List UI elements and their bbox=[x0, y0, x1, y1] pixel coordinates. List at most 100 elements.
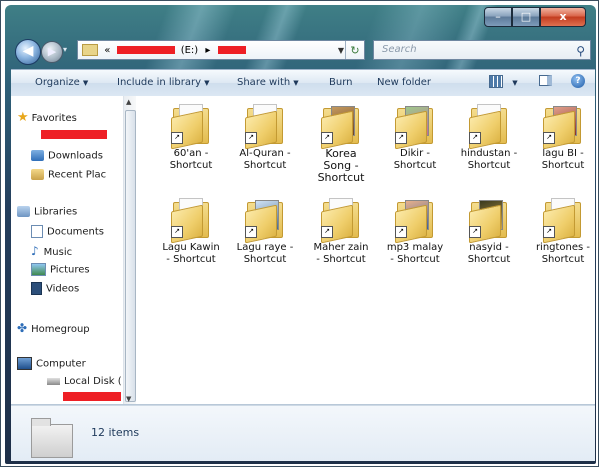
homegroup-icon: ✤ bbox=[17, 321, 28, 335]
explorer-content: ★ Favorites Downloads Recent Plac Librari… bbox=[11, 96, 595, 405]
share-with-menu[interactable]: Share with ▼ bbox=[237, 77, 299, 88]
photo-folder-shortcut-icon: ↗ bbox=[245, 198, 285, 244]
search-icon[interactable]: ⚲ bbox=[576, 42, 585, 60]
file-item[interactable]: ↗ Al-Quran - Shortcut bbox=[227, 98, 303, 172]
include-in-library-menu[interactable]: Include in library ▼ bbox=[117, 77, 209, 88]
shortcut-arrow-icon: ↗ bbox=[395, 132, 407, 144]
nav-item-music[interactable]: ♪ Music bbox=[31, 244, 72, 258]
file-view: ↗ 60'an - Shortcut ↗ Al-Quran - Shortcut ↗ Ko… bbox=[137, 96, 595, 404]
file-item[interactable]: ↗ lagu BI - Shortcut bbox=[525, 98, 596, 172]
nav-item-libraries[interactable]: Libraries bbox=[17, 206, 77, 218]
maximize-button[interactable]: □ bbox=[512, 7, 540, 27]
file-item[interactable]: ↗ Lagu raye - Shortcut bbox=[227, 192, 303, 266]
nav-pane-scrollbar[interactable]: ▲ ▼ bbox=[123, 96, 136, 404]
folder-shortcut-icon: ↗ bbox=[171, 198, 211, 244]
file-item[interactable]: ↗ Lagu Kawin - Shortcut bbox=[153, 192, 229, 266]
nav-label: Music bbox=[43, 247, 73, 258]
item-count: 12 items bbox=[91, 426, 140, 439]
include-in-library-label: Include in library bbox=[117, 77, 202, 88]
navigation-pane: ★ Favorites Downloads Recent Plac Librari… bbox=[11, 96, 123, 404]
nav-item-computer[interactable]: Computer bbox=[17, 357, 86, 370]
minimize-button[interactable]: – bbox=[484, 7, 512, 27]
path-overflow-chevron[interactable]: « bbox=[104, 45, 110, 56]
redacted-nav-item bbox=[41, 130, 107, 139]
back-button[interactable]: ◀ bbox=[15, 39, 41, 65]
shortcut-arrow-icon: ↗ bbox=[245, 132, 257, 144]
shortcut-arrow-icon: ↗ bbox=[543, 226, 555, 238]
help-button[interactable]: ? bbox=[571, 74, 585, 88]
nav-item-documents[interactable]: Documents bbox=[31, 225, 104, 238]
nav-label: Local Disk ( bbox=[64, 376, 122, 387]
shortcut-arrow-icon: ↗ bbox=[395, 226, 407, 238]
close-button[interactable]: x bbox=[540, 7, 586, 27]
nav-item-homegroup[interactable]: ✤ Homegroup bbox=[17, 321, 90, 335]
file-label: Lagu raye - Shortcut bbox=[236, 242, 294, 265]
folder-shortcut-icon: ↗ bbox=[543, 198, 583, 244]
file-item[interactable]: ↗ Korea Song - Shortcut bbox=[303, 98, 379, 184]
photo-folder-shortcut-icon: ↗ bbox=[543, 104, 583, 150]
address-dropdown-icon[interactable]: ▼ bbox=[338, 41, 344, 60]
recent-pages-button[interactable]: ▾ bbox=[63, 45, 67, 54]
back-arrow-icon: ◀ bbox=[22, 43, 34, 59]
organize-label: Organize bbox=[35, 77, 80, 88]
address-bar[interactable]: « (E:) ▸ ▼ ↻ bbox=[77, 40, 365, 60]
hard-drive-icon bbox=[47, 377, 60, 385]
photo-folder-shortcut-icon: ↗ bbox=[395, 198, 435, 244]
change-view-button[interactable]: ▼ bbox=[489, 75, 518, 88]
shortcut-arrow-icon: ↗ bbox=[321, 226, 333, 238]
photo-folder-shortcut-icon: ↗ bbox=[469, 198, 509, 244]
chevron-down-icon: ▼ bbox=[204, 79, 210, 87]
file-label: Al-Quran - Shortcut bbox=[239, 148, 291, 171]
preview-pane-icon bbox=[539, 75, 552, 86]
folder-shortcut-icon: ↗ bbox=[171, 104, 211, 150]
nav-item-videos[interactable]: Videos bbox=[31, 282, 79, 295]
nav-label: Recent Plac bbox=[48, 169, 107, 181]
nav-label: Homegroup bbox=[31, 324, 90, 335]
nav-item-local-disk[interactable]: Local Disk ( bbox=[47, 376, 122, 387]
libraries-icon bbox=[17, 206, 30, 217]
shortcut-arrow-icon: ↗ bbox=[469, 226, 481, 238]
new-folder-button[interactable]: New folder bbox=[377, 77, 431, 88]
file-label: nasyid - Shortcut bbox=[467, 242, 511, 265]
shortcut-arrow-icon: ↗ bbox=[543, 132, 555, 144]
search-placeholder: Search bbox=[382, 44, 417, 55]
nav-item-pictures[interactable]: Pictures bbox=[31, 263, 90, 276]
nav-label: Documents bbox=[47, 226, 105, 238]
videos-icon bbox=[31, 282, 42, 295]
view-grid-icon bbox=[489, 75, 503, 88]
shortcut-arrow-icon: ↗ bbox=[245, 226, 257, 238]
forward-button[interactable]: ▶ bbox=[41, 41, 63, 63]
music-icon: ♪ bbox=[31, 244, 39, 258]
file-label: Dikir - Shortcut bbox=[393, 148, 437, 171]
shortcut-arrow-icon: ↗ bbox=[321, 132, 333, 144]
explorer-window: – □ x ◀ ▶ ▾ « (E:) ▸ ▼ ↻ Search ⚲ Organi… bbox=[5, 5, 596, 464]
file-item[interactable]: ↗ ringtones - Shortcut bbox=[525, 192, 596, 266]
file-item[interactable]: ↗ mp3 malay - Shortcut bbox=[377, 192, 453, 266]
file-label: 60'an - Shortcut bbox=[169, 148, 213, 171]
file-item[interactable]: ↗ nasyid - Shortcut bbox=[451, 192, 527, 266]
file-label: Korea Song - Shortcut bbox=[317, 147, 365, 184]
file-item[interactable]: ↗ hindustan - Shortcut bbox=[451, 98, 527, 172]
preview-pane-button[interactable] bbox=[539, 75, 552, 89]
burn-button[interactable]: Burn bbox=[329, 77, 352, 88]
nav-item-recent-places[interactable]: Recent Plac bbox=[31, 169, 106, 181]
nav-item-favorites[interactable]: ★ Favorites bbox=[17, 110, 77, 125]
nav-label: Libraries bbox=[34, 206, 78, 218]
path-drive-label[interactable]: (E:) bbox=[181, 45, 199, 56]
file-item[interactable]: ↗ 60'an - Shortcut bbox=[153, 98, 229, 172]
redacted-nav-item bbox=[63, 392, 121, 401]
organize-menu[interactable]: Organize ▼ bbox=[35, 77, 88, 88]
scrollbar-thumb[interactable] bbox=[125, 110, 136, 402]
file-item[interactable]: ↗ Dikir - Shortcut bbox=[377, 98, 453, 172]
downloads-folder-icon bbox=[31, 150, 44, 161]
file-label: mp3 malay - Shortcut bbox=[386, 242, 444, 265]
scroll-up-icon[interactable]: ▲ bbox=[126, 98, 131, 106]
refresh-icon[interactable]: ↻ bbox=[345, 41, 364, 59]
command-bar: Organize ▼ Include in library ▼ Share with… bbox=[11, 69, 595, 97]
redacted-path-segment bbox=[116, 46, 175, 54]
scroll-down-icon[interactable]: ▼ bbox=[126, 395, 131, 403]
folder-shortcut-icon: ↗ bbox=[321, 198, 361, 244]
file-item[interactable]: ↗ Maher zain - Shortcut bbox=[303, 192, 379, 266]
nav-item-downloads[interactable]: Downloads bbox=[31, 150, 103, 162]
search-box[interactable]: Search ⚲ bbox=[373, 40, 591, 60]
